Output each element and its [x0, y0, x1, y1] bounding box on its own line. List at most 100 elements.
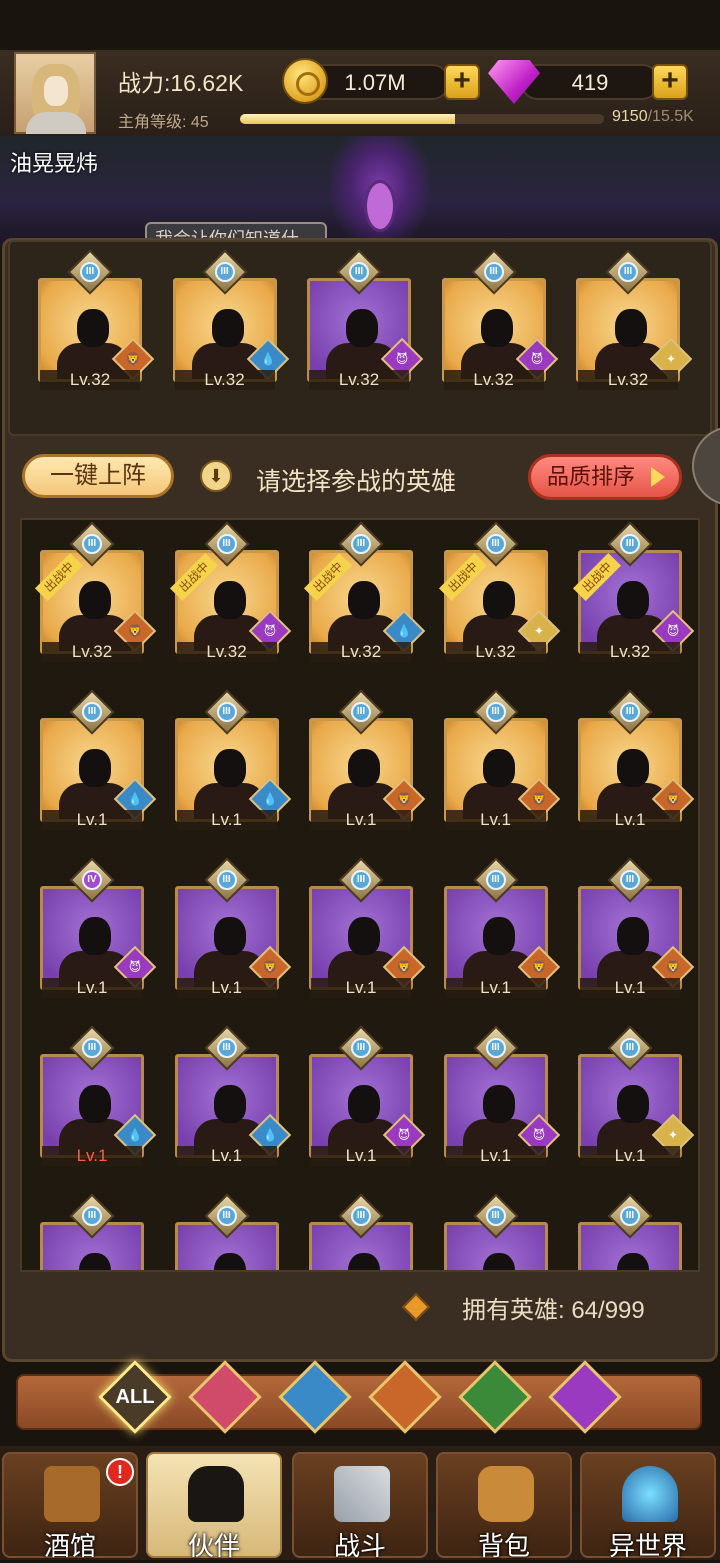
hero-card[interactable]: III 🦁 Lv.1: [443, 689, 560, 832]
rank-badge-icon: III: [605, 249, 651, 295]
gem-amount: 419: [571, 70, 609, 95]
hero-card[interactable]: III 😈 Lv.32: [441, 249, 558, 392]
auto-deploy-button[interactable]: 一键上阵: [22, 454, 174, 498]
filter-knight-button[interactable]: [188, 1360, 262, 1434]
rank-badge-icon: III: [203, 1193, 250, 1239]
hero-card[interactable]: III 🦁 Lv.1: [443, 857, 560, 1000]
rank-badge-icon: III: [336, 249, 382, 295]
hero-head: [213, 1085, 246, 1123]
nav-battle[interactable]: 战斗: [292, 1452, 428, 1561]
hero-head: [77, 309, 109, 347]
rank-badge-icon: III: [69, 521, 115, 567]
hero-card[interactable]: 出战中 III 💧 Lv.32: [303, 521, 426, 664]
hero-level: Lv.1: [42, 978, 142, 998]
filter-water-button[interactable]: [278, 1360, 352, 1434]
gem-display: 419: [520, 64, 660, 100]
play-arrow-icon: [651, 467, 665, 487]
hero-card[interactable]: III 💧 Lv.1: [40, 1025, 157, 1168]
hero-head: [79, 917, 111, 955]
hero-card[interactable]: IV 😈 Lv.1: [40, 857, 157, 1000]
hero-card[interactable]: III: [578, 1193, 688, 1270]
rank-badge-icon: III: [69, 1193, 115, 1239]
hero-level: Lv.32: [580, 642, 680, 662]
player-avatar[interactable]: [14, 52, 96, 134]
hero-card[interactable]: III 😈 Lv.1: [309, 1025, 426, 1168]
rank-badge-icon: III: [472, 521, 519, 567]
filter-lion-icon: [368, 1360, 442, 1434]
hero-card[interactable]: III: [174, 1193, 285, 1270]
hero-card[interactable]: 出战中 III ✦ Lv.32: [438, 521, 560, 664]
filter-elf-icon: [458, 1360, 532, 1434]
hero-card[interactable]: 出战中 III 🦁 Lv.32: [34, 521, 157, 664]
notification-badge: !: [106, 1458, 134, 1486]
hero-level: Lv.32: [40, 370, 140, 390]
hero-list[interactable]: 出战中 III 🦁 Lv.32 出战中 III 😈 Lv.32 出战中 III 💧 Lv.32 出战中 I…: [20, 518, 700, 1272]
hero-level: Lv.32: [176, 642, 277, 662]
hero-card[interactable]: III 😈 Lv.1: [443, 1025, 560, 1168]
hero-head: [213, 749, 246, 787]
filter-demon-button[interactable]: [548, 1360, 622, 1434]
rank-badge-icon: III: [338, 689, 384, 735]
nav-otherworld[interactable]: 异世界: [580, 1452, 716, 1561]
hero-card[interactable]: III 💧 Lv.1: [174, 1025, 291, 1168]
quality-sort-button[interactable]: 品质排序: [528, 454, 682, 500]
hero-card[interactable]: III: [309, 1193, 419, 1270]
filter-all-button[interactable]: ALL: [98, 1360, 172, 1434]
hero-level: Lv.1: [176, 810, 277, 830]
hero-level: Lv.1: [176, 978, 277, 998]
hero-head: [346, 309, 378, 347]
hero-card[interactable]: III: [443, 1193, 554, 1270]
rank-badge-icon: III: [607, 521, 653, 567]
hero-card[interactable]: III 💧 Lv.32: [172, 249, 289, 392]
beer-mug-icon: [44, 1466, 100, 1522]
add-gold-button[interactable]: +: [444, 64, 480, 100]
hero-level: Lv.1: [42, 810, 142, 830]
owned-heroes-count: 拥有英雄: 64/999: [462, 1297, 645, 1324]
hero-card[interactable]: 出战中 III 😈 Lv.32: [572, 521, 695, 664]
filter-label: ALL: [115, 1386, 155, 1408]
hero-level: Lv.1: [445, 810, 546, 830]
hero-head: [348, 749, 380, 787]
hero-head: [617, 1253, 649, 1270]
hero-card[interactable]: III: [40, 1193, 150, 1270]
hero-head: [79, 749, 111, 787]
hero-card[interactable]: III 😈 Lv.32: [307, 249, 424, 392]
rank-badge-icon: III: [472, 1025, 519, 1071]
xp-text: 9150/15.5K: [612, 108, 694, 126]
hero-card[interactable]: 出战中 III 😈 Lv.32: [169, 521, 291, 664]
filter-elf-button[interactable]: [458, 1360, 532, 1434]
nav-tavern-label: 酒馆: [43, 1531, 96, 1561]
rank-badge-icon: III: [203, 689, 250, 735]
rank-numeral: III: [620, 534, 640, 554]
add-gems-button[interactable]: +: [652, 64, 688, 100]
hero-card[interactable]: III 🦁 Lv.1: [578, 689, 695, 832]
hero-card[interactable]: III 🦁 Lv.1: [309, 689, 426, 832]
filter-lion-button[interactable]: [368, 1360, 442, 1434]
rank-numeral: III: [620, 870, 640, 890]
hero-head: [482, 1253, 515, 1270]
hero-head: [211, 309, 244, 347]
hero-head: [348, 1085, 380, 1123]
rank-badge-icon: III: [607, 857, 653, 903]
hero-card[interactable]: III 🦁 Lv.32: [38, 249, 155, 392]
hero-head: [482, 581, 515, 619]
hero-card[interactable]: III ✦ Lv.1: [578, 1025, 695, 1168]
rank-numeral: III: [351, 870, 371, 890]
hero-level: Lv.1: [311, 978, 411, 998]
rank-numeral: III: [351, 534, 371, 554]
rank-numeral: III: [485, 534, 506, 554]
rank-numeral: III: [82, 534, 102, 554]
nav-partner[interactable]: 伙伴: [146, 1452, 282, 1561]
hero-card[interactable]: III ✦ Lv.32: [576, 249, 693, 392]
rank-numeral: III: [485, 702, 506, 722]
hero-level: Lv.1: [42, 1146, 142, 1166]
rank-numeral: III: [485, 870, 506, 890]
hero-card[interactable]: III 💧 Lv.1: [40, 689, 157, 832]
hero-card[interactable]: III 🦁 Lv.1: [578, 857, 695, 1000]
hero-card[interactable]: III 🦁 Lv.1: [174, 857, 291, 1000]
nav-bag[interactable]: 背包: [436, 1452, 572, 1561]
rank-badge-icon: III: [472, 1193, 519, 1239]
hero-card[interactable]: III 💧 Lv.1: [174, 689, 291, 832]
xp-current: 9150: [612, 108, 648, 125]
hero-card[interactable]: III 🦁 Lv.1: [309, 857, 426, 1000]
